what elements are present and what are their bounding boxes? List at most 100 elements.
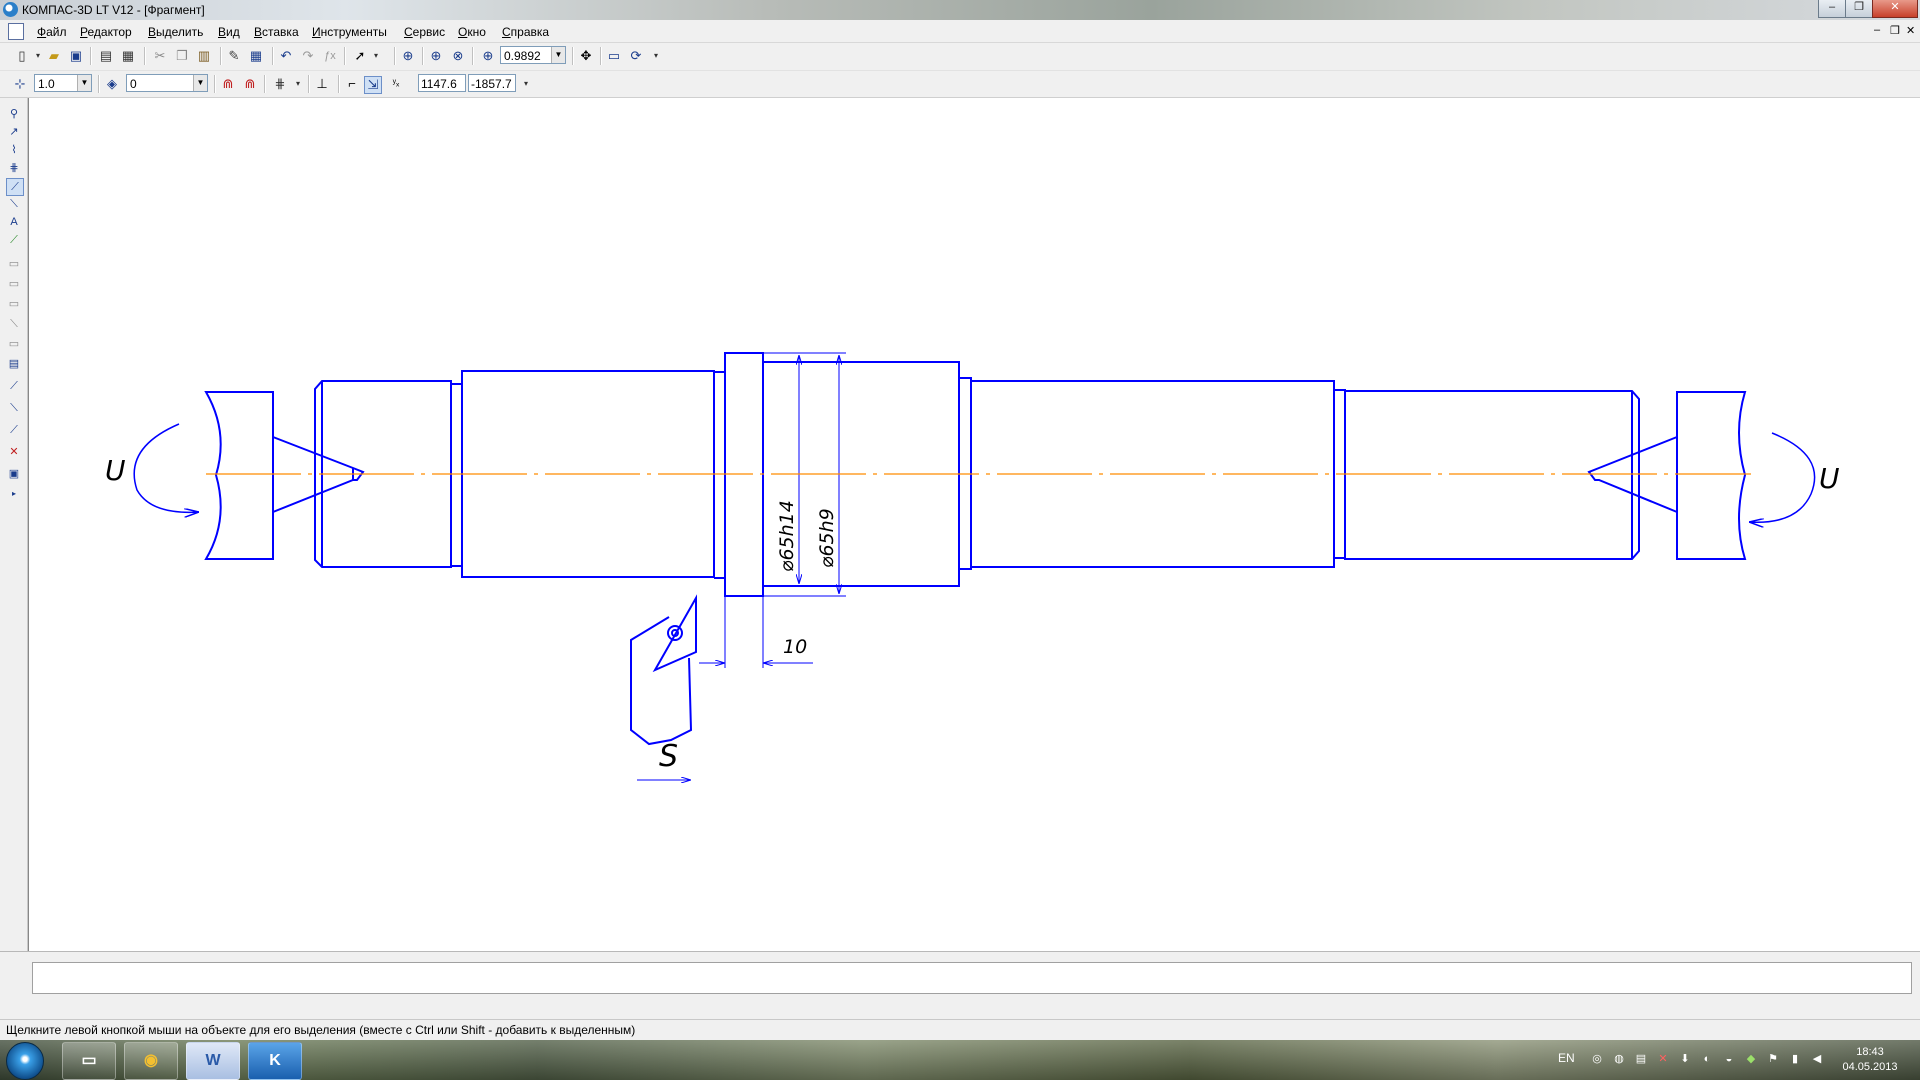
library-manager-icon[interactable]: ▦: [248, 48, 264, 64]
ortho-mode-icon[interactable]: ⌐: [344, 76, 360, 92]
menu-file[interactable]: Файл: [37, 25, 67, 39]
undo-icon[interactable]: ↶: [278, 48, 294, 64]
layer-icon[interactable]: ◈: [104, 76, 120, 92]
tool-icon-11[interactable]: ▭: [6, 296, 22, 312]
menu-window[interactable]: Окно: [458, 25, 486, 39]
chevron-down-icon[interactable]: ▼: [551, 47, 565, 63]
refresh-view-icon[interactable]: ▭: [606, 48, 622, 64]
print-icon[interactable]: ▦: [120, 48, 136, 64]
close-button[interactable]: ✕: [1872, 0, 1918, 18]
parametrization-icon[interactable]: ⟋: [6, 178, 24, 196]
properties-brush-icon[interactable]: ✎: [226, 48, 242, 64]
panel-more-icon[interactable]: ▸: [6, 486, 22, 502]
steam-tray-icon[interactable]: ◎: [1590, 1052, 1604, 1066]
tool-icon-16[interactable]: ⟍: [6, 400, 22, 416]
local-cs-icon[interactable]: ⊥: [314, 76, 330, 92]
coord-x-field[interactable]: 1147.6: [418, 74, 466, 92]
nvidia-tray-icon[interactable]: ◆: [1744, 1052, 1758, 1066]
tool-icon-10[interactable]: ▭: [6, 276, 22, 292]
zoom-in-icon[interactable]: ⊕: [428, 48, 444, 64]
mdi-close-button[interactable]: ✕: [1906, 24, 1915, 37]
measurements-icon[interactable]: ⟍: [6, 196, 22, 212]
zoom-window-icon[interactable]: ⊕: [400, 48, 416, 64]
title-bar[interactable]: КОМПАС-3D LT V12 - [Фрагмент] – ❐ ✕: [0, 0, 1920, 20]
antivirus-tray-icon[interactable]: ✕: [1656, 1052, 1670, 1066]
network-tray-icon[interactable]: ◍: [1612, 1052, 1626, 1066]
taskbar-word-button[interactable]: W: [186, 1042, 240, 1080]
menu-editor[interactable]: Редактор: [80, 25, 132, 39]
menu-insert[interactable]: Вставка: [254, 25, 299, 39]
shield-tray-icon[interactable]: ◒: [1722, 1052, 1736, 1066]
help-pointer-icon[interactable]: ➚: [352, 48, 368, 64]
menu-tools[interactable]: Инструменты: [312, 25, 387, 39]
new-dropdown-icon[interactable]: ▾: [30, 48, 46, 64]
menu-help[interactable]: Справка: [502, 25, 549, 39]
pan-icon[interactable]: ✥: [578, 48, 594, 64]
print-preview-icon[interactable]: ▤: [98, 48, 114, 64]
menu-service[interactable]: Сервис: [404, 25, 445, 39]
cursor-step-icon[interactable]: ⊹: [12, 76, 28, 92]
delete-icon[interactable]: ✕: [6, 444, 22, 460]
sync-tray-icon[interactable]: ◐: [1700, 1052, 1714, 1066]
language-indicator[interactable]: EN: [1558, 1051, 1575, 1065]
download-tray-icon[interactable]: ⬇: [1678, 1052, 1692, 1066]
app-tray-icon[interactable]: ▤: [1634, 1052, 1648, 1066]
tool-icon-9[interactable]: ▭: [6, 256, 22, 272]
zoom-combobox[interactable]: 0.9892 ▼: [500, 46, 566, 64]
zoom-scale-icon[interactable]: ⊕: [480, 48, 496, 64]
dimensions-icon[interactable]: ↗: [6, 124, 22, 140]
redo-icon[interactable]: ↷: [300, 48, 316, 64]
rebuild-icon[interactable]: ⟳: [628, 48, 644, 64]
tool-icon-17[interactable]: ⟋: [6, 422, 22, 438]
new-document-icon[interactable]: ▯: [14, 48, 30, 64]
designations-icon[interactable]: ⌇: [6, 142, 22, 158]
rotation-arrow-left: [133, 423, 199, 512]
snap-magnet-icon[interactable]: ⋒: [220, 76, 236, 92]
editing-icon[interactable]: ⋕: [6, 160, 22, 176]
mdi-minimize-button[interactable]: –: [1874, 24, 1880, 36]
paste-icon[interactable]: ▥: [196, 48, 212, 64]
help-dropdown-icon[interactable]: ▾: [368, 48, 384, 64]
open-folder-icon[interactable]: ▰: [46, 48, 62, 64]
flag-tray-icon[interactable]: ⚑: [1766, 1052, 1780, 1066]
volume-tray-icon[interactable]: ◀: [1810, 1052, 1824, 1066]
power-tray-icon[interactable]: ▮: [1788, 1052, 1802, 1066]
properties-field[interactable]: [32, 962, 1912, 994]
taskbar-kompas-button[interactable]: K: [248, 1042, 302, 1080]
step-combobox[interactable]: 1.0 ▼: [34, 74, 92, 92]
minimize-button[interactable]: –: [1818, 0, 1846, 18]
tool-icon-13[interactable]: ▭: [6, 336, 22, 352]
menu-select[interactable]: Выделить: [148, 25, 203, 39]
tool-icon-14[interactable]: ▤: [6, 356, 22, 372]
restore-button[interactable]: ❐: [1845, 0, 1873, 18]
selection-icon[interactable]: A: [6, 214, 22, 230]
toolbar-options-icon[interactable]: ▾: [518, 76, 534, 92]
mdi-restore-button[interactable]: ❐: [1890, 24, 1900, 37]
chevron-down-icon[interactable]: ▼: [193, 75, 207, 91]
tool-icon-12[interactable]: ⟍: [6, 316, 22, 332]
clock[interactable]: 18:43 04.05.2013: [1830, 1045, 1910, 1075]
local-snap-icon[interactable]: ⋒: [242, 76, 258, 92]
toolbar-options-icon[interactable]: ▾: [648, 48, 664, 64]
chevron-down-icon[interactable]: ▼: [77, 75, 91, 91]
drawing-canvas[interactable]: U U ⌀65h14 ⌀65h9 10 S: [28, 98, 1920, 951]
coord-y-field[interactable]: -1857.7: [468, 74, 516, 92]
grid-icon[interactable]: ⋕: [272, 76, 288, 92]
tool-icon-15[interactable]: ⟋: [6, 378, 22, 394]
document-icon[interactable]: [8, 23, 24, 40]
copy-icon[interactable]: ❐: [174, 48, 190, 64]
grid-dropdown-icon[interactable]: ▾: [290, 76, 306, 92]
cut-icon[interactable]: ✂: [152, 48, 168, 64]
spec-icon[interactable]: ⟋: [6, 232, 22, 248]
geometry-icon[interactable]: ⚲: [6, 106, 22, 122]
start-button[interactable]: [6, 1042, 44, 1080]
save-icon[interactable]: ▣: [68, 48, 84, 64]
function-icon[interactable]: ƒx: [322, 48, 338, 64]
menu-view[interactable]: Вид: [218, 25, 240, 39]
zoom-all-icon[interactable]: ⊗: [450, 48, 466, 64]
layer-combobox[interactable]: 0 ▼: [126, 74, 208, 92]
coordinates-toggle-icon[interactable]: ⇲: [364, 76, 382, 94]
taskbar-chrome-button[interactable]: ◉: [124, 1042, 178, 1080]
tool-icon-19[interactable]: ▣: [6, 466, 22, 482]
taskbar-explorer-button[interactable]: ▭: [62, 1042, 116, 1080]
